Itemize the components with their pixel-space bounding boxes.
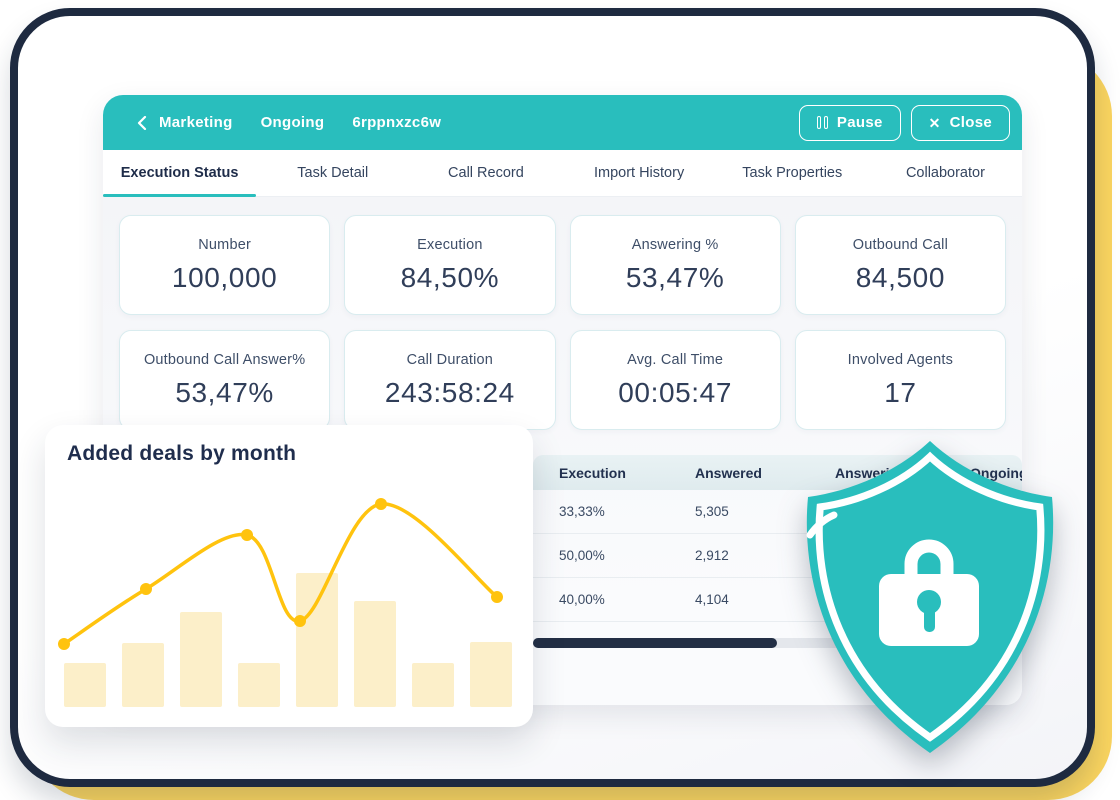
tab-collaborator[interactable]: Collaborator (869, 150, 1022, 196)
close-label: Close (950, 114, 992, 131)
chart-card: Added deals by month (45, 425, 533, 727)
header-actions: Pause ✕ Close (799, 105, 1014, 141)
stat-card-outbound-call: Outbound Call 84,500 (795, 215, 1006, 315)
status-badge: Ongoing (261, 114, 325, 131)
scrollbar-thumb[interactable] (533, 638, 777, 648)
window-header: Marketing Ongoing 6rppnxzc6w Pause ✕ Clo… (103, 95, 1022, 150)
cell: 33,33% (533, 504, 669, 519)
stat-card-number: Number 100,000 (119, 215, 330, 315)
stat-label: Outbound Call Answer% (144, 352, 305, 368)
col-answered: Answered (669, 465, 809, 481)
stat-label: Involved Agents (848, 352, 953, 368)
stat-value: 53,47% (175, 377, 274, 409)
tab-task-detail[interactable]: Task Detail (256, 150, 409, 196)
back-label: Marketing (159, 114, 233, 131)
col-execution: Execution (533, 465, 669, 481)
stat-label: Call Duration (407, 352, 493, 368)
close-button[interactable]: ✕ Close (911, 105, 1010, 141)
tab-call-record[interactable]: Call Record (409, 150, 562, 196)
tab-task-properties[interactable]: Task Properties (716, 150, 869, 196)
stat-label: Avg. Call Time (627, 352, 723, 368)
back-button[interactable]: Marketing (137, 114, 233, 131)
cell: 2,912 (669, 548, 809, 563)
chart-point (140, 583, 152, 595)
chevron-left-icon (137, 116, 147, 130)
stat-card-avg-call-time: Avg. Call Time 00:05:47 (570, 330, 781, 430)
stat-value: 100,000 (172, 262, 277, 294)
chart-point (241, 529, 253, 541)
stat-value: 84,500 (856, 262, 945, 294)
shield-lock-icon (793, 437, 1067, 757)
stat-card-outbound-answer: Outbound Call Answer% 53,47% (119, 330, 330, 430)
cell: 4,104 (669, 592, 809, 607)
tab-bar: Execution Status Task Detail Call Record… (103, 150, 1022, 197)
stat-card-call-duration: Call Duration 243:58:24 (344, 330, 555, 430)
tab-execution-status[interactable]: Execution Status (103, 150, 256, 196)
stat-label: Execution (417, 237, 482, 253)
page: Marketing Ongoing 6rppnxzc6w Pause ✕ Clo… (0, 0, 1120, 800)
chart-point (375, 498, 387, 510)
stat-value: 243:58:24 (385, 377, 515, 409)
chart-point (491, 591, 503, 603)
cell: 40,00% (533, 592, 669, 607)
x-mark-icon: ✕ (929, 116, 941, 130)
stat-card-involved-agents: Involved Agents 17 (795, 330, 1006, 430)
stat-label: Number (198, 237, 251, 253)
stat-label: Answering % (632, 237, 719, 253)
pause-label: Pause (837, 114, 883, 131)
task-id: 6rppnxzc6w (352, 114, 441, 131)
stat-value: 00:05:47 (618, 377, 732, 409)
stat-value: 53,47% (626, 262, 725, 294)
pause-button[interactable]: Pause (799, 105, 901, 141)
breadcrumb: Marketing Ongoing 6rppnxzc6w (137, 114, 441, 131)
chart-trend-line (45, 425, 533, 727)
chart-point (294, 615, 306, 627)
stat-label: Outbound Call (853, 237, 948, 253)
cell: 50,00% (533, 548, 669, 563)
stat-value: 17 (884, 377, 916, 409)
stat-card-answering: Answering % 53,47% (570, 215, 781, 315)
stat-value: 84,50% (401, 262, 500, 294)
chart-point (58, 638, 70, 650)
stat-grid: Number 100,000 Execution 84,50% Answerin… (119, 215, 1006, 430)
tab-import-history[interactable]: Import History (563, 150, 716, 196)
cell: 5,305 (669, 504, 809, 519)
stat-card-execution: Execution 84,50% (344, 215, 555, 315)
pause-bars-icon (817, 116, 828, 129)
